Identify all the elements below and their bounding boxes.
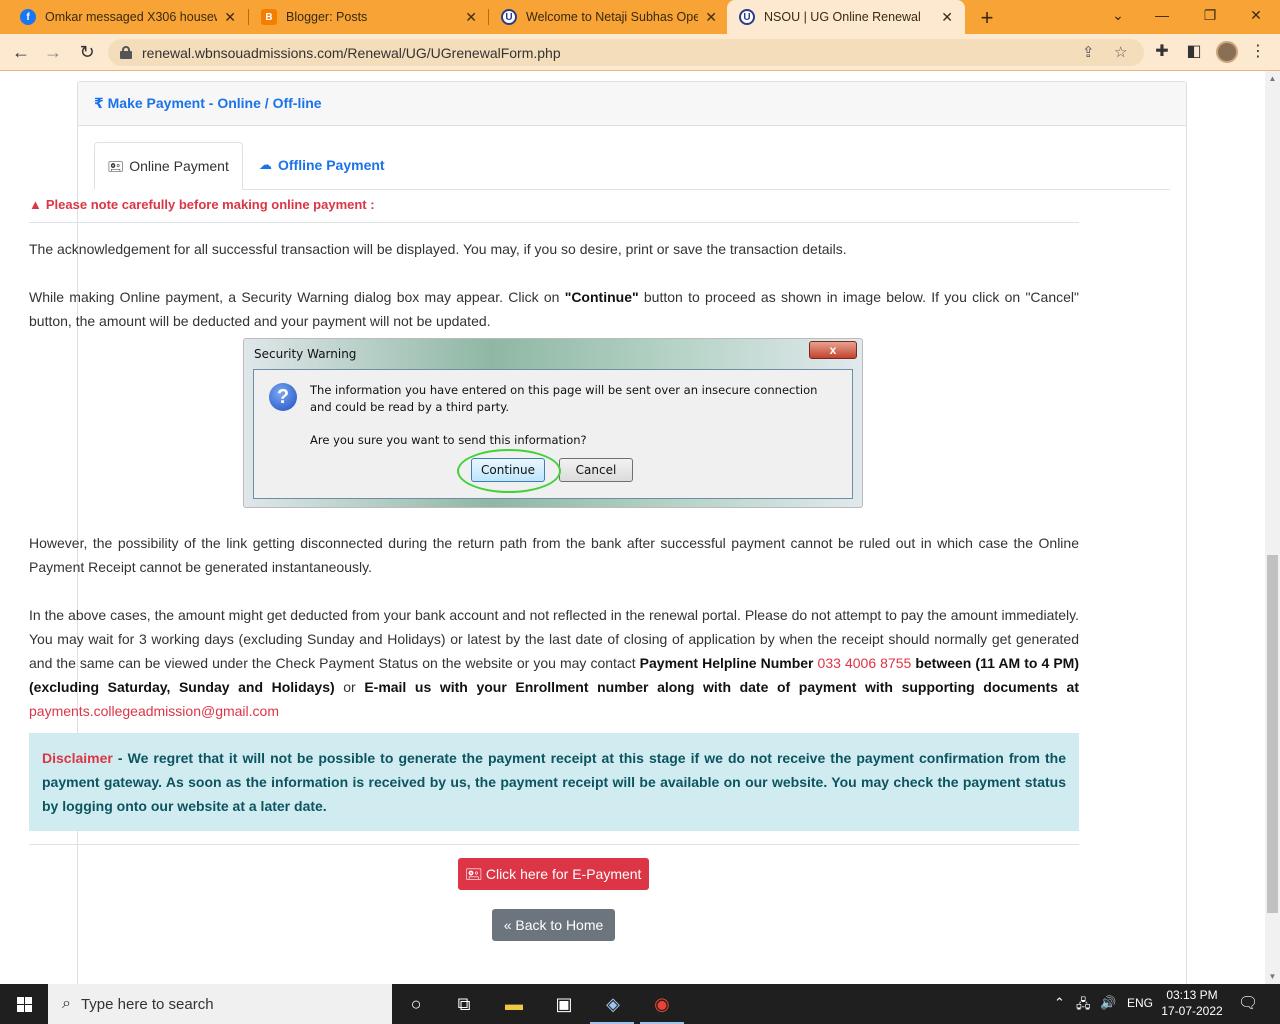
- clock-time: 03:13 PM: [1166, 988, 1218, 1002]
- warning-note-text: Please note carefully before making onli…: [45, 197, 375, 212]
- dialog-body: ? The information you have entered on th…: [253, 369, 853, 499]
- e-payment-button[interactable]: 🖭 Click here for E-Payment: [458, 858, 649, 890]
- cortana-icon[interactable]: ○: [404, 992, 428, 1016]
- close-tab-icon[interactable]: ✕: [941, 9, 953, 26]
- windows-logo-icon: [17, 997, 32, 1012]
- chrome-icon[interactable]: ◉: [650, 992, 674, 1016]
- dialog-question: Are you sure you want to send this infor…: [310, 433, 587, 447]
- nsou-icon: U: [739, 9, 755, 25]
- tab-label: Offline Payment: [278, 157, 385, 173]
- dialog-close-icon: x: [809, 341, 857, 359]
- clock[interactable]: 03:13 PM 17-07-2022: [1160, 987, 1224, 1019]
- side-panel-icon[interactable]: ◧: [1184, 41, 1204, 61]
- tab-label: Online Payment: [129, 158, 229, 174]
- close-tab-icon[interactable]: ✕: [224, 9, 236, 26]
- email-instructions: E-mail us with your Enrollment number al…: [364, 679, 1080, 695]
- language-indicator[interactable]: ENG: [1127, 996, 1153, 1010]
- cloud-download-icon: ☁: [259, 157, 272, 172]
- search-icon: ⌕: [62, 995, 71, 1012]
- volume-icon[interactable]: 🔊: [1100, 995, 1116, 1011]
- facebook-icon: f: [20, 9, 36, 25]
- page-scrollbar[interactable]: ▲ ▼: [1265, 71, 1280, 984]
- scroll-down-icon[interactable]: ▼: [1265, 969, 1280, 984]
- url-bar[interactable]: renewal.wbnsouadmissions.com/Renewal/UG/…: [108, 39, 1144, 66]
- forward-icon[interactable]: →: [42, 42, 64, 63]
- network-icon[interactable]: 🖧: [1076, 995, 1091, 1017]
- continue-emphasis: "Continue": [564, 289, 639, 305]
- store-icon[interactable]: ▣: [552, 992, 576, 1016]
- browser-tab-nsou-renewal[interactable]: U NSOU | UG Online Renewal ✕: [727, 0, 965, 34]
- deduction-paragraph: In the above cases, the amount might get…: [29, 603, 1079, 723]
- tab-title: Welcome to Netaji Subhas Open: [526, 10, 698, 24]
- nsou-icon: U: [501, 9, 517, 25]
- money-bill-icon: 🖭: [108, 159, 124, 174]
- tab-title: Omkar messaged X306 housewife: [45, 10, 217, 24]
- back-to-home-button[interactable]: « Back to Home: [492, 909, 615, 941]
- disclaimer-alert: Disclaimer - We regret that it will not …: [29, 733, 1079, 831]
- disclaimer-text: - We regret that it will not be possible…: [42, 750, 1066, 814]
- scrollbar-thumb[interactable]: [1267, 555, 1278, 913]
- acknowledgement-paragraph: The acknowledgement for all successful t…: [29, 241, 847, 257]
- profile-avatar[interactable]: [1216, 41, 1238, 63]
- page-viewport: ₹ Make Payment - Online / Off-line 🖭 Onl…: [0, 71, 1265, 984]
- question-icon: ?: [269, 383, 297, 411]
- security-warning-dialog-image: Security Warning x ? The information you…: [243, 338, 863, 508]
- browser-tab-facebook[interactable]: f Omkar messaged X306 housewife ✕: [8, 0, 248, 34]
- text: While making Online payment, a Security …: [29, 289, 565, 305]
- address-toolbar: ← → ↻ renewal.wbnsouadmissions.com/Renew…: [0, 34, 1280, 71]
- tab-title: Blogger: Posts: [286, 10, 368, 24]
- close-tab-icon[interactable]: ✕: [465, 9, 477, 26]
- reload-icon[interactable]: ↻: [76, 42, 98, 63]
- disconnection-paragraph: However, the possibility of the link get…: [29, 535, 1079, 575]
- windows-taskbar: ⌕ Type here to search ○ ⧉ ▬ ▣ ◈ ◉ ⌃ 🖧 🔊 …: [0, 984, 1280, 1024]
- back-icon[interactable]: ←: [10, 42, 32, 63]
- search-placeholder: Type here to search: [80, 995, 214, 1013]
- tab-online-payment[interactable]: 🖭 Online Payment: [94, 142, 243, 190]
- restore-icon[interactable]: ❐: [1200, 7, 1220, 24]
- file-explorer-icon[interactable]: ▬: [502, 992, 526, 1016]
- warning-triangle-icon: ▲: [29, 197, 42, 212]
- helpline-phone: 033 4006 8755: [817, 655, 912, 671]
- dialog-title: Security Warning: [254, 347, 357, 361]
- dialog-message: The information you have entered on this…: [310, 383, 818, 414]
- close-window-icon[interactable]: ✕: [1246, 7, 1266, 24]
- blogger-icon: B: [261, 9, 277, 25]
- tab-search-chevron-icon[interactable]: ⌄: [1108, 7, 1128, 24]
- url-text: renewal.wbnsouadmissions.com/Renewal/UG/…: [142, 44, 561, 61]
- lock-icon[interactable]: [120, 46, 132, 59]
- task-view-icon[interactable]: ⧉: [452, 992, 476, 1016]
- support-email-link[interactable]: payments.collegeadmission@gmail.com: [29, 703, 279, 719]
- browser-tab-netaji[interactable]: U Welcome to Netaji Subhas Open ✕: [489, 0, 729, 34]
- dialog-cancel-button: Cancel: [559, 458, 633, 482]
- browser-tab-bar: f Omkar messaged X306 housewife ✕ B Blog…: [0, 0, 1280, 34]
- highlight-circle: [457, 449, 561, 493]
- money-bill-icon: 🖭: [465, 866, 482, 882]
- tab-title: NSOU | UG Online Renewal: [764, 10, 921, 24]
- menu-kebab-icon[interactable]: ⋮: [1248, 41, 1268, 61]
- taskbar-search-box[interactable]: ⌕ Type here to search: [48, 984, 392, 1024]
- card-header: ₹ Make Payment - Online / Off-line: [78, 82, 1186, 126]
- app-icon[interactable]: ◈: [601, 992, 625, 1016]
- browser-tab-blogger[interactable]: B Blogger: Posts ✕: [249, 0, 489, 34]
- clock-date: 17-07-2022: [1161, 1004, 1223, 1018]
- bookmark-star-icon[interactable]: ☆: [1114, 43, 1127, 61]
- new-tab-icon[interactable]: +: [976, 5, 998, 31]
- notifications-icon[interactable]: 🗨: [1238, 993, 1258, 1013]
- minimize-icon[interactable]: —: [1152, 7, 1172, 23]
- tray-chevron-icon[interactable]: ⌃: [1054, 995, 1065, 1011]
- warning-note: ▲ Please note carefully before making onl…: [29, 197, 1079, 223]
- share-icon[interactable]: ⇪: [1082, 43, 1095, 61]
- divider: [29, 844, 1079, 845]
- close-tab-icon[interactable]: ✕: [705, 9, 717, 26]
- extensions-puzzle-icon[interactable]: ✚: [1152, 41, 1172, 61]
- payment-tabs: 🖭 Online Payment ☁ Offline Payment: [94, 142, 1170, 190]
- start-button[interactable]: [0, 984, 48, 1024]
- disclaimer-label: Disclaimer: [42, 750, 113, 766]
- text: or: [334, 679, 365, 695]
- security-warning-paragraph: While making Online payment, a Security …: [29, 285, 1079, 333]
- tab-offline-payment[interactable]: ☁ Offline Payment: [246, 142, 398, 190]
- helpline-label: Payment Helpline Number: [639, 655, 814, 671]
- e-payment-label: Click here for E-Payment: [485, 866, 642, 882]
- scroll-up-icon[interactable]: ▲: [1265, 71, 1280, 86]
